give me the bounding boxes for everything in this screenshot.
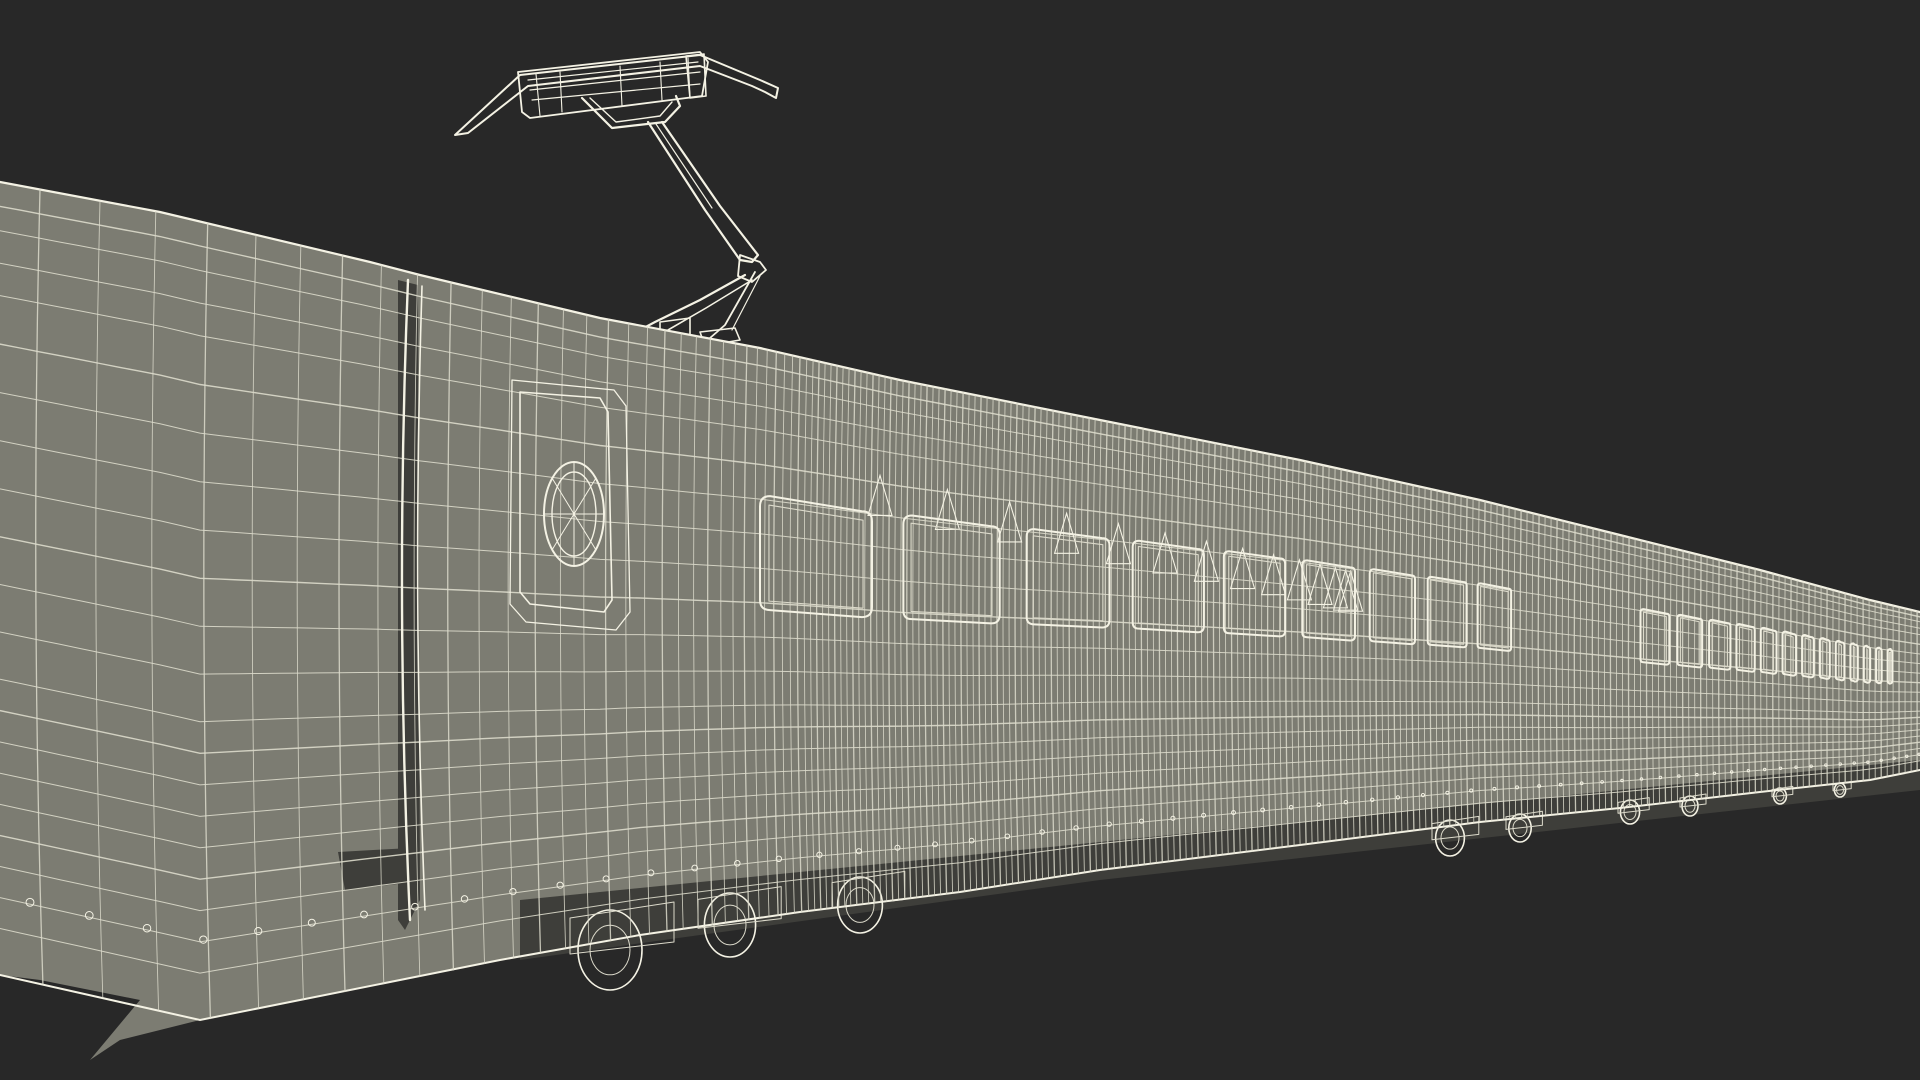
mesh-section (1772, 572, 1774, 792)
window-inset (1878, 650, 1880, 681)
mesh-section (1754, 568, 1757, 794)
mesh-section (1778, 574, 1780, 791)
mesh-section (1736, 563, 1739, 796)
train-wireframe-render (0, 51, 1920, 1060)
mesh-section (1784, 576, 1786, 790)
mesh-section (1790, 577, 1792, 790)
mesh-section (1718, 559, 1721, 798)
render-viewport (0, 0, 1920, 1080)
